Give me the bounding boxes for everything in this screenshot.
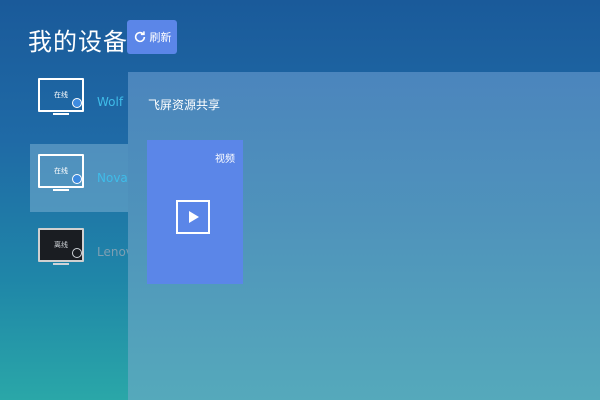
tv-icon: 在线 (38, 154, 84, 192)
tv-icon: 在线 (38, 78, 84, 116)
device-name: Nova (97, 171, 128, 185)
device-item-nova[interactable]: 在线 Nova (30, 144, 128, 212)
tv-stand (53, 263, 69, 265)
tv-stand (53, 113, 69, 115)
status-badge-icon (72, 98, 82, 108)
status-badge-icon (72, 248, 82, 258)
header: 我的设备 刷新 (0, 0, 600, 68)
device-item-lenov[interactable]: 离线 Lenov (30, 218, 133, 286)
section-title: 飞屏资源共享 (148, 98, 221, 112)
main-panel: 飞屏资源共享 视频 (128, 72, 600, 400)
tv-icon: 离线 (38, 228, 84, 266)
play-icon[interactable] (176, 200, 210, 234)
device-list: 在线 Wolf 在线 Nova 离线 Lenov (0, 68, 133, 400)
tv-stand (53, 189, 69, 191)
card-label: 视频 (215, 154, 235, 165)
refresh-button[interactable]: 刷新 (127, 20, 177, 54)
refresh-label: 刷新 (149, 31, 172, 44)
page-title: 我的设备 (28, 28, 128, 56)
device-item-wolf[interactable]: 在线 Wolf (30, 68, 128, 136)
device-name: Wolf (97, 95, 124, 109)
play-triangle-icon (189, 211, 199, 223)
video-resource-card[interactable]: 视频 (147, 140, 243, 284)
status-badge-icon (72, 174, 82, 184)
refresh-icon (134, 31, 145, 43)
